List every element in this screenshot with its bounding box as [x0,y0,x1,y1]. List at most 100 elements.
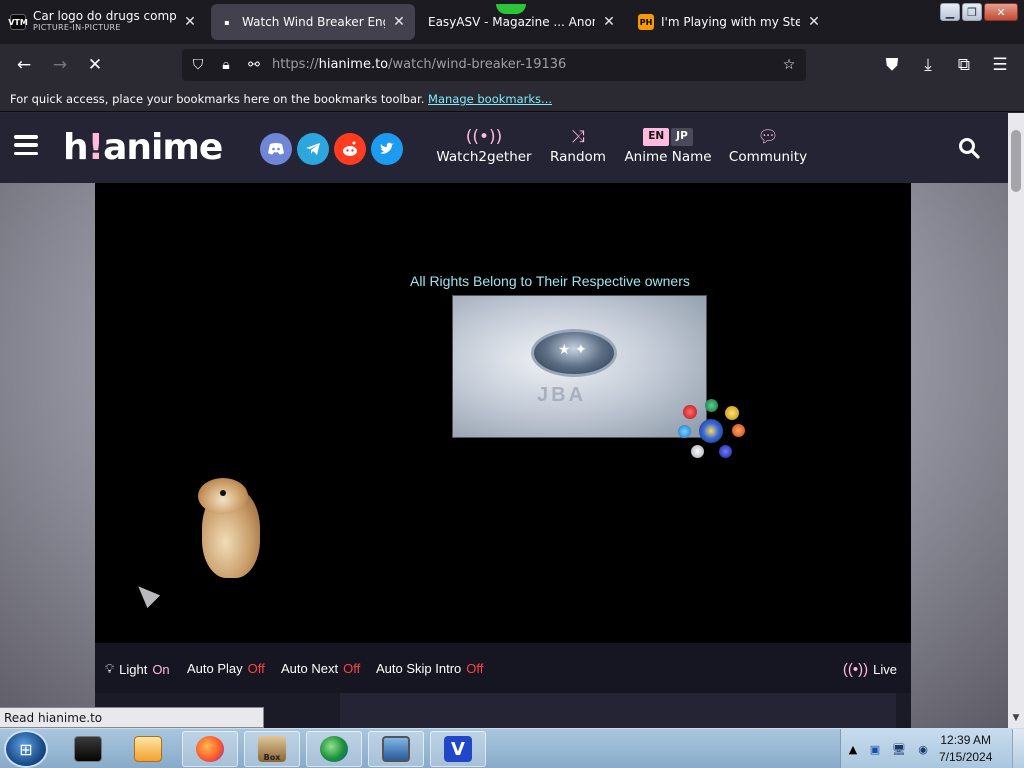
twitter-icon[interactable] [371,133,403,165]
orb-graphic [725,406,739,420]
nav-watch2gether[interactable]: ((•)) Watch2gether [436,125,532,175]
stop-loading-icon[interactable]: ✕ [84,54,106,76]
site-header: h!anime ((•)) Watch2gether ⤨ Random EN J… [0,113,1008,183]
v-app[interactable]: V [430,731,486,767]
bookmarks-toolbar: For quick access, place your bookmarks h… [0,86,1024,112]
restore-button[interactable]: ❐ [962,3,982,21]
close-tab-icon[interactable]: ✕ [601,14,617,30]
tab-stepsister[interactable]: PH I'm Playing with my Stepsist ✕ [630,4,830,40]
show-desktop-button[interactable] [1012,729,1024,768]
page-scrollbar[interactable] [1008,113,1024,728]
live-button[interactable]: ((•)) Live [843,661,897,678]
back-arrow-icon[interactable]: ← [13,54,35,76]
control-label: Auto Skip Intro [376,661,462,676]
video-player[interactable]: All Rights Belong to Their Respective ow… [95,183,911,643]
lock-icon[interactable]: 🔒︎ [216,55,236,75]
tab-car-logo[interactable]: VTM Car logo do drugs comparas PICTURE-I… [2,4,206,40]
video-frame[interactable]: JBA [452,295,707,438]
tab-subtitle: PICTURE-IN-PICTURE [33,23,121,32]
autoplay-toggle[interactable]: Auto Play Off [187,661,265,676]
scroll-down-arrow-icon[interactable]: ▼ [1011,713,1021,723]
menu-hamburger-icon[interactable]: ☰ [989,54,1011,76]
tab-title: EasyASV - Magazine ... Anonym [428,15,595,29]
terminal-app[interactable] [60,731,116,767]
pocket-icon[interactable]: ⛊ [881,54,903,76]
scrollbar-thumb[interactable] [1011,130,1021,192]
minimize-button[interactable]: ▁ [940,3,960,21]
hamster-image [198,478,268,578]
control-value: Off [247,661,265,676]
autoskip-intro-toggle[interactable]: Auto Skip Intro Off [376,661,483,676]
download-icon[interactable]: ⤓ [917,54,939,76]
cursor-arrow-icon [131,579,161,609]
orb-graphic [705,399,718,412]
volume-icon[interactable]: ◉ [915,741,931,757]
light-toggle[interactable]: 💡︎ Light On [105,661,170,677]
control-value: On [152,661,170,677]
media-player-app[interactable] [120,731,176,767]
lang-en[interactable]: EN [643,128,670,146]
control-label: Light [119,661,148,677]
nav-label: Anime Name [624,149,712,165]
close-window-button[interactable]: ✕ [984,3,1018,21]
tv-app[interactable] [368,731,424,767]
nav-random[interactable]: ⤨ Random [548,125,608,175]
nav-community[interactable]: 💬︎ Community [728,125,808,175]
manage-bookmarks-link[interactable]: Manage bookmarks... [428,92,552,106]
clock-date: 7/15/2024 [939,750,993,764]
forward-arrow-icon[interactable]: → [49,54,71,76]
system-tray: ▲ ▣ 🖥︎ ◉ 12:39 AM 7/15/2024 [840,729,1024,768]
tab-wind-breaker[interactable]: ▪ Watch Wind Breaker English ✕ [211,4,415,40]
discord-icon[interactable] [260,133,292,165]
close-tab-icon[interactable]: ✕ [182,14,198,30]
lang-jp[interactable]: JP [671,128,693,146]
download-manager-app[interactable] [306,731,362,767]
windows-taskbar: ⊞ Box V ▲ ▣ 🖥︎ ◉ 12:39 AM 7/15/2024 [0,728,1024,768]
close-tab-icon[interactable]: ✕ [806,14,822,30]
car-logo-image [531,329,617,377]
vtm-favicon-icon: VTM [8,14,28,30]
status-bar: Read hianime.to [0,707,264,728]
control-label: Auto Next [281,661,339,676]
clock[interactable]: 12:39 AM 7/15/2024 [939,732,992,766]
shuffle-icon: ⤨ [571,127,585,147]
nav-label: Random [550,149,606,165]
hamburger-menu-icon[interactable] [14,135,38,155]
control-value: Off [466,661,484,676]
network-icon[interactable]: 🖥︎ [891,741,907,757]
app-tray-icon[interactable]: ▣ [867,741,883,757]
box-app[interactable]: Box [244,731,300,767]
permissions-icon[interactable]: ⚯ [244,55,264,75]
firefox-app[interactable] [182,731,238,767]
search-icon[interactable] [958,137,982,161]
site-logo[interactable]: h!anime [63,127,223,168]
orb-graphic [732,424,745,437]
bookmarks-hint: For quick access, place your bookmarks h… [10,92,425,106]
lightbulb-icon: 💡︎ [105,661,115,676]
navigation-toolbar: ← → ✕ ⛉ 🔒︎ ⚯ https://hianime.to/watch/wi… [0,44,1024,86]
nav-label: Watch2gether [436,149,532,165]
language-toggle[interactable]: EN JP [643,128,693,146]
show-hidden-icons-icon[interactable]: ▲ [845,741,861,757]
tab-bar: VTM Car logo do drugs comparas PICTURE-I… [0,0,1024,44]
control-label: Live [873,662,897,677]
shield-icon[interactable]: ⛉ [188,55,208,75]
bookmark-star-icon[interactable]: ☆ [779,55,799,75]
telegram-icon[interactable] [297,133,329,165]
window-controls: ▁ ❐ ✕ [940,3,1018,21]
start-button[interactable]: ⊞ [4,730,48,768]
video-watermark: JBA [537,384,587,406]
url-text[interactable]: https://hianime.to/watch/wind-breaker-19… [272,57,566,72]
orb-graphic [683,405,697,419]
hianime-favicon-icon: ▪ [224,17,230,27]
nav-anime-name[interactable]: EN JP Anime Name [624,125,712,175]
reddit-icon[interactable] [334,133,366,165]
autonext-toggle[interactable]: Auto Next Off [281,661,360,676]
close-tab-icon[interactable]: ✕ [391,14,407,30]
address-bar[interactable]: ⛉ 🔒︎ ⚯ https://hianime.to/watch/wind-bre… [182,49,806,81]
extensions-icon[interactable]: ⧉ [953,54,975,76]
rights-notice: All Rights Belong to Their Respective ow… [410,273,690,289]
chat-bubbles-icon: 💬︎ [757,127,779,147]
orb-graphic [719,445,732,458]
tab-title: I'm Playing with my Stepsist [661,15,800,29]
